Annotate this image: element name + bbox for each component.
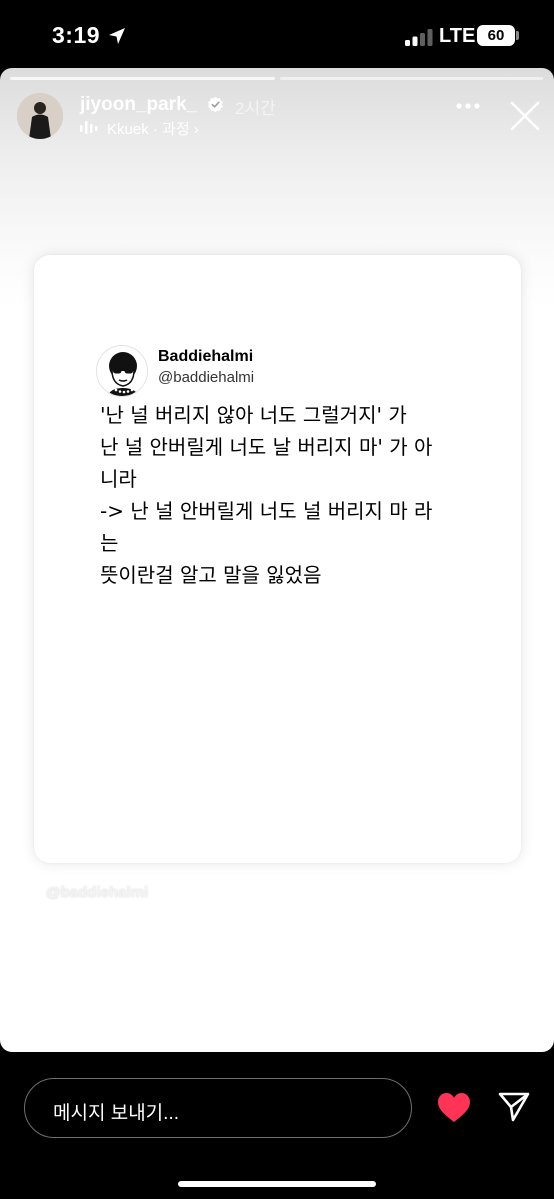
signal-icon — [405, 29, 433, 46]
tweet-line: 니라 — [100, 467, 137, 491]
avatar-image — [17, 93, 63, 139]
music-bars-icon — [80, 121, 98, 134]
avatar[interactable] — [17, 93, 63, 139]
tweet-author-handle: @baddiehalmi — [158, 369, 255, 386]
send-icon[interactable] — [498, 1091, 530, 1123]
story-username[interactable]: jiyoon_park_ — [80, 94, 197, 116]
close-icon[interactable] — [510, 101, 540, 131]
carrier-label: LTE — [439, 25, 476, 47]
tweet-line: 난 널 안버릴게 너도 날 버리지 마' 가 아 — [100, 435, 433, 459]
story-progress-segment — [10, 77, 275, 80]
more-icon[interactable] — [455, 102, 481, 110]
location-arrow-icon — [109, 28, 125, 44]
tweet-line: -> 난 널 안버릴게 너도 널 버리지 마 라 — [100, 499, 433, 523]
home-indicator — [178, 1181, 376, 1187]
story-viewer[interactable]: jiyoon_park_ 2시간 Kkuek · 과정 › Baddiehalm… — [0, 68, 554, 1052]
tweet-line: '난 널 버리지 않아 너도 그럴거지' 가 — [100, 403, 407, 427]
story-time-ago: 2시간 — [235, 99, 276, 118]
status-time: 3:19 — [52, 22, 101, 48]
message-placeholder: 메시지 보내기... — [53, 1103, 179, 1124]
music-label: Kkuek · 과정 › — [107, 121, 199, 138]
tweet-text: '난 널 버리지 않아 너도 그럴거지' 가 난 널 안버릴게 너도 날 버리지… — [100, 399, 470, 591]
reply-bar: 메시지 보내기... — [0, 1052, 554, 1199]
battery-tip — [516, 31, 519, 40]
tweet-author-name: Baddiehalmi — [158, 348, 254, 365]
tweet-line: 는 — [100, 531, 119, 555]
tweet-line: 뜻이란걸 알고 말을 잃었음 — [100, 563, 322, 587]
verified-badge-icon — [208, 96, 223, 113]
message-input[interactable]: 메시지 보내기... — [24, 1078, 412, 1138]
watermark: @baddiehalmi — [46, 884, 149, 901]
status-bar: 3:19 LTE 60 — [0, 0, 554, 68]
grandma-avatar-icon — [107, 352, 139, 396]
tweet-avatar — [96, 345, 148, 397]
tweet-card[interactable]: Baddiehalmi @baddiehalmi '난 널 버리지 않아 너도 … — [34, 255, 521, 863]
battery-icon: 60 — [477, 25, 515, 46]
story-progress-segment — [280, 77, 543, 80]
heart-icon[interactable] — [437, 1092, 471, 1123]
